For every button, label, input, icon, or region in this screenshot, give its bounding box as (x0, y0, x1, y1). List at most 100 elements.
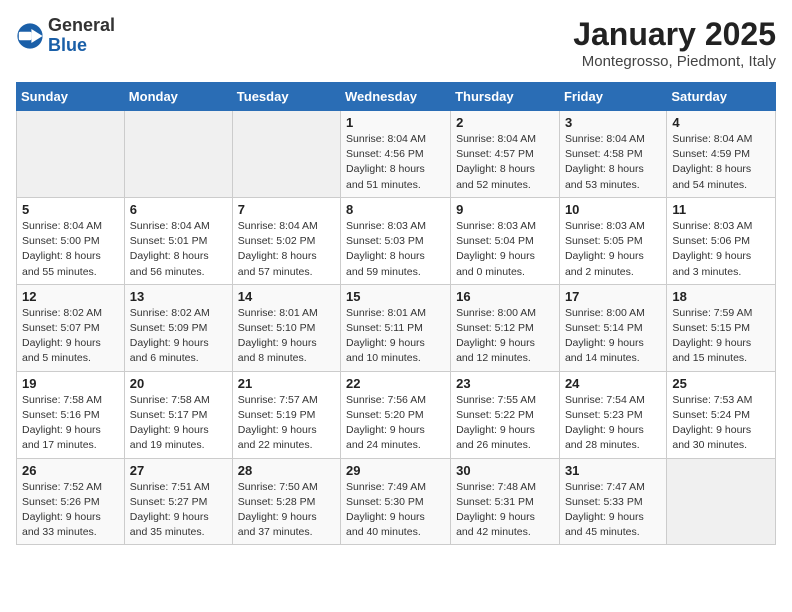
calendar-cell: 18 Sunrise: 7:59 AM Sunset: 5:15 PM Dayli… (667, 284, 776, 371)
day-info: Sunrise: 7:59 AM Sunset: 5:15 PM Dayligh… (672, 306, 770, 367)
day-info: Sunrise: 7:49 AM Sunset: 5:30 PM Dayligh… (346, 480, 445, 541)
calendar-cell: 7 Sunrise: 8:04 AM Sunset: 5:02 PM Daylig… (232, 197, 340, 284)
logo-general-text: General (48, 16, 115, 36)
calendar-cell: 22 Sunrise: 7:56 AM Sunset: 5:20 PM Dayli… (341, 371, 451, 458)
day-number: 8 (346, 202, 445, 217)
day-number: 28 (238, 463, 335, 478)
calendar-cell (124, 111, 232, 198)
day-number: 18 (672, 289, 770, 304)
day-number: 26 (22, 463, 119, 478)
calendar-cell: 5 Sunrise: 8:04 AM Sunset: 5:00 PM Daylig… (17, 197, 125, 284)
day-number: 13 (130, 289, 227, 304)
title-block: January 2025 Montegrosso, Piedmont, Ital… (573, 16, 776, 70)
day-info: Sunrise: 7:56 AM Sunset: 5:20 PM Dayligh… (346, 393, 445, 454)
day-number: 5 (22, 202, 119, 217)
day-number: 15 (346, 289, 445, 304)
calendar-week-row: 12Sunrise: 8:02 AM Sunset: 5:07 PM Dayli… (17, 284, 776, 371)
day-number: 14 (238, 289, 335, 304)
logo-blue-text: Blue (48, 36, 115, 56)
day-info: Sunrise: 8:01 AM Sunset: 5:11 PM Dayligh… (346, 306, 445, 367)
day-info: Sunrise: 7:58 AM Sunset: 5:17 PM Dayligh… (130, 393, 227, 454)
day-number: 3 (565, 115, 661, 130)
day-info: Sunrise: 7:53 AM Sunset: 5:24 PM Dayligh… (672, 393, 770, 454)
logo-icon (16, 22, 44, 50)
day-header-friday: Friday (559, 83, 666, 111)
calendar-cell: 25 Sunrise: 7:53 AM Sunset: 5:24 PM Dayli… (667, 371, 776, 458)
day-info: Sunrise: 8:03 AM Sunset: 5:03 PM Dayligh… (346, 219, 445, 280)
day-header-saturday: Saturday (667, 83, 776, 111)
day-number: 9 (456, 202, 554, 217)
day-number: 6 (130, 202, 227, 217)
day-number: 29 (346, 463, 445, 478)
day-header-tuesday: Tuesday (232, 83, 340, 111)
day-info: Sunrise: 8:04 AM Sunset: 5:00 PM Dayligh… (22, 219, 119, 280)
day-number: 21 (238, 376, 335, 391)
day-number: 10 (565, 202, 661, 217)
day-number: 20 (130, 376, 227, 391)
day-info: Sunrise: 7:52 AM Sunset: 5:26 PM Dayligh… (22, 480, 119, 541)
calendar-week-row: 5 Sunrise: 8:04 AM Sunset: 5:00 PM Daylig… (17, 197, 776, 284)
day-info: Sunrise: 8:04 AM Sunset: 4:59 PM Dayligh… (672, 132, 770, 193)
day-number: 7 (238, 202, 335, 217)
calendar-cell: 24 Sunrise: 7:54 AM Sunset: 5:23 PM Dayli… (559, 371, 666, 458)
calendar-cell: 2 Sunrise: 8:04 AM Sunset: 4:57 PM Daylig… (451, 111, 560, 198)
calendar-cell: 23Sunrise: 7:55 AM Sunset: 5:22 PM Dayli… (451, 371, 560, 458)
day-info: Sunrise: 8:03 AM Sunset: 5:06 PM Dayligh… (672, 219, 770, 280)
day-number: 17 (565, 289, 661, 304)
calendar-cell: 26 Sunrise: 7:52 AM Sunset: 5:26 PM Dayli… (17, 458, 125, 545)
day-header-sunday: Sunday (17, 83, 125, 111)
calendar-header-row: SundayMondayTuesdayWednesdayThursdayFrid… (17, 83, 776, 111)
calendar-cell: 14Sunrise: 8:01 AM Sunset: 5:10 PM Dayli… (232, 284, 340, 371)
day-number: 2 (456, 115, 554, 130)
calendar-cell: 16Sunrise: 8:00 AM Sunset: 5:12 PM Dayli… (451, 284, 560, 371)
day-info: Sunrise: 7:57 AM Sunset: 5:19 PM Dayligh… (238, 393, 335, 454)
calendar-cell: 20 Sunrise: 7:58 AM Sunset: 5:17 PM Dayli… (124, 371, 232, 458)
calendar-cell: 28Sunrise: 7:50 AM Sunset: 5:28 PM Dayli… (232, 458, 340, 545)
calendar-title: January 2025 (573, 16, 776, 53)
calendar-cell: 6 Sunrise: 8:04 AM Sunset: 5:01 PM Daylig… (124, 197, 232, 284)
day-info: Sunrise: 7:47 AM Sunset: 5:33 PM Dayligh… (565, 480, 661, 541)
logo: General Blue (16, 16, 115, 56)
day-info: Sunrise: 7:48 AM Sunset: 5:31 PM Dayligh… (456, 480, 554, 541)
calendar-cell (667, 458, 776, 545)
calendar-week-row: 26 Sunrise: 7:52 AM Sunset: 5:26 PM Dayli… (17, 458, 776, 545)
day-number: 1 (346, 115, 445, 130)
calendar-week-row: 19Sunrise: 7:58 AM Sunset: 5:16 PM Dayli… (17, 371, 776, 458)
day-info: Sunrise: 8:04 AM Sunset: 4:57 PM Dayligh… (456, 132, 554, 193)
day-number: 27 (130, 463, 227, 478)
day-info: Sunrise: 8:04 AM Sunset: 5:01 PM Dayligh… (130, 219, 227, 280)
day-number: 11 (672, 202, 770, 217)
calendar-cell: 10 Sunrise: 8:03 AM Sunset: 5:05 PM Dayli… (559, 197, 666, 284)
day-header-thursday: Thursday (451, 83, 560, 111)
day-number: 24 (565, 376, 661, 391)
day-info: Sunrise: 8:02 AM Sunset: 5:09 PM Dayligh… (130, 306, 227, 367)
calendar-cell: 17Sunrise: 8:00 AM Sunset: 5:14 PM Dayli… (559, 284, 666, 371)
day-header-monday: Monday (124, 83, 232, 111)
calendar-cell: 4 Sunrise: 8:04 AM Sunset: 4:59 PM Daylig… (667, 111, 776, 198)
day-number: 31 (565, 463, 661, 478)
day-info: Sunrise: 7:58 AM Sunset: 5:16 PM Dayligh… (22, 393, 119, 454)
day-number: 25 (672, 376, 770, 391)
day-info: Sunrise: 8:03 AM Sunset: 5:05 PM Dayligh… (565, 219, 661, 280)
day-info: Sunrise: 8:04 AM Sunset: 5:02 PM Dayligh… (238, 219, 335, 280)
calendar-cell: 13 Sunrise: 8:02 AM Sunset: 5:09 PM Dayli… (124, 284, 232, 371)
calendar-cell: 11 Sunrise: 8:03 AM Sunset: 5:06 PM Dayli… (667, 197, 776, 284)
calendar-subtitle: Montegrosso, Piedmont, Italy (573, 53, 776, 70)
day-info: Sunrise: 7:55 AM Sunset: 5:22 PM Dayligh… (456, 393, 554, 454)
day-number: 12 (22, 289, 119, 304)
calendar-cell: 31 Sunrise: 7:47 AM Sunset: 5:33 PM Dayli… (559, 458, 666, 545)
calendar-cell: 27 Sunrise: 7:51 AM Sunset: 5:27 PM Dayli… (124, 458, 232, 545)
calendar-cell: 30Sunrise: 7:48 AM Sunset: 5:31 PM Dayli… (451, 458, 560, 545)
calendar-table: SundayMondayTuesdayWednesdayThursdayFrid… (16, 82, 776, 545)
day-info: Sunrise: 8:03 AM Sunset: 5:04 PM Dayligh… (456, 219, 554, 280)
day-number: 4 (672, 115, 770, 130)
calendar-cell: 12Sunrise: 8:02 AM Sunset: 5:07 PM Dayli… (17, 284, 125, 371)
day-info: Sunrise: 7:54 AM Sunset: 5:23 PM Dayligh… (565, 393, 661, 454)
calendar-cell (232, 111, 340, 198)
calendar-cell: 8 Sunrise: 8:03 AM Sunset: 5:03 PM Daylig… (341, 197, 451, 284)
day-number: 16 (456, 289, 554, 304)
day-info: Sunrise: 7:51 AM Sunset: 5:27 PM Dayligh… (130, 480, 227, 541)
calendar-cell: 9 Sunrise: 8:03 AM Sunset: 5:04 PM Daylig… (451, 197, 560, 284)
calendar-week-row: 1Sunrise: 8:04 AM Sunset: 4:56 PM Daylig… (17, 111, 776, 198)
day-number: 22 (346, 376, 445, 391)
